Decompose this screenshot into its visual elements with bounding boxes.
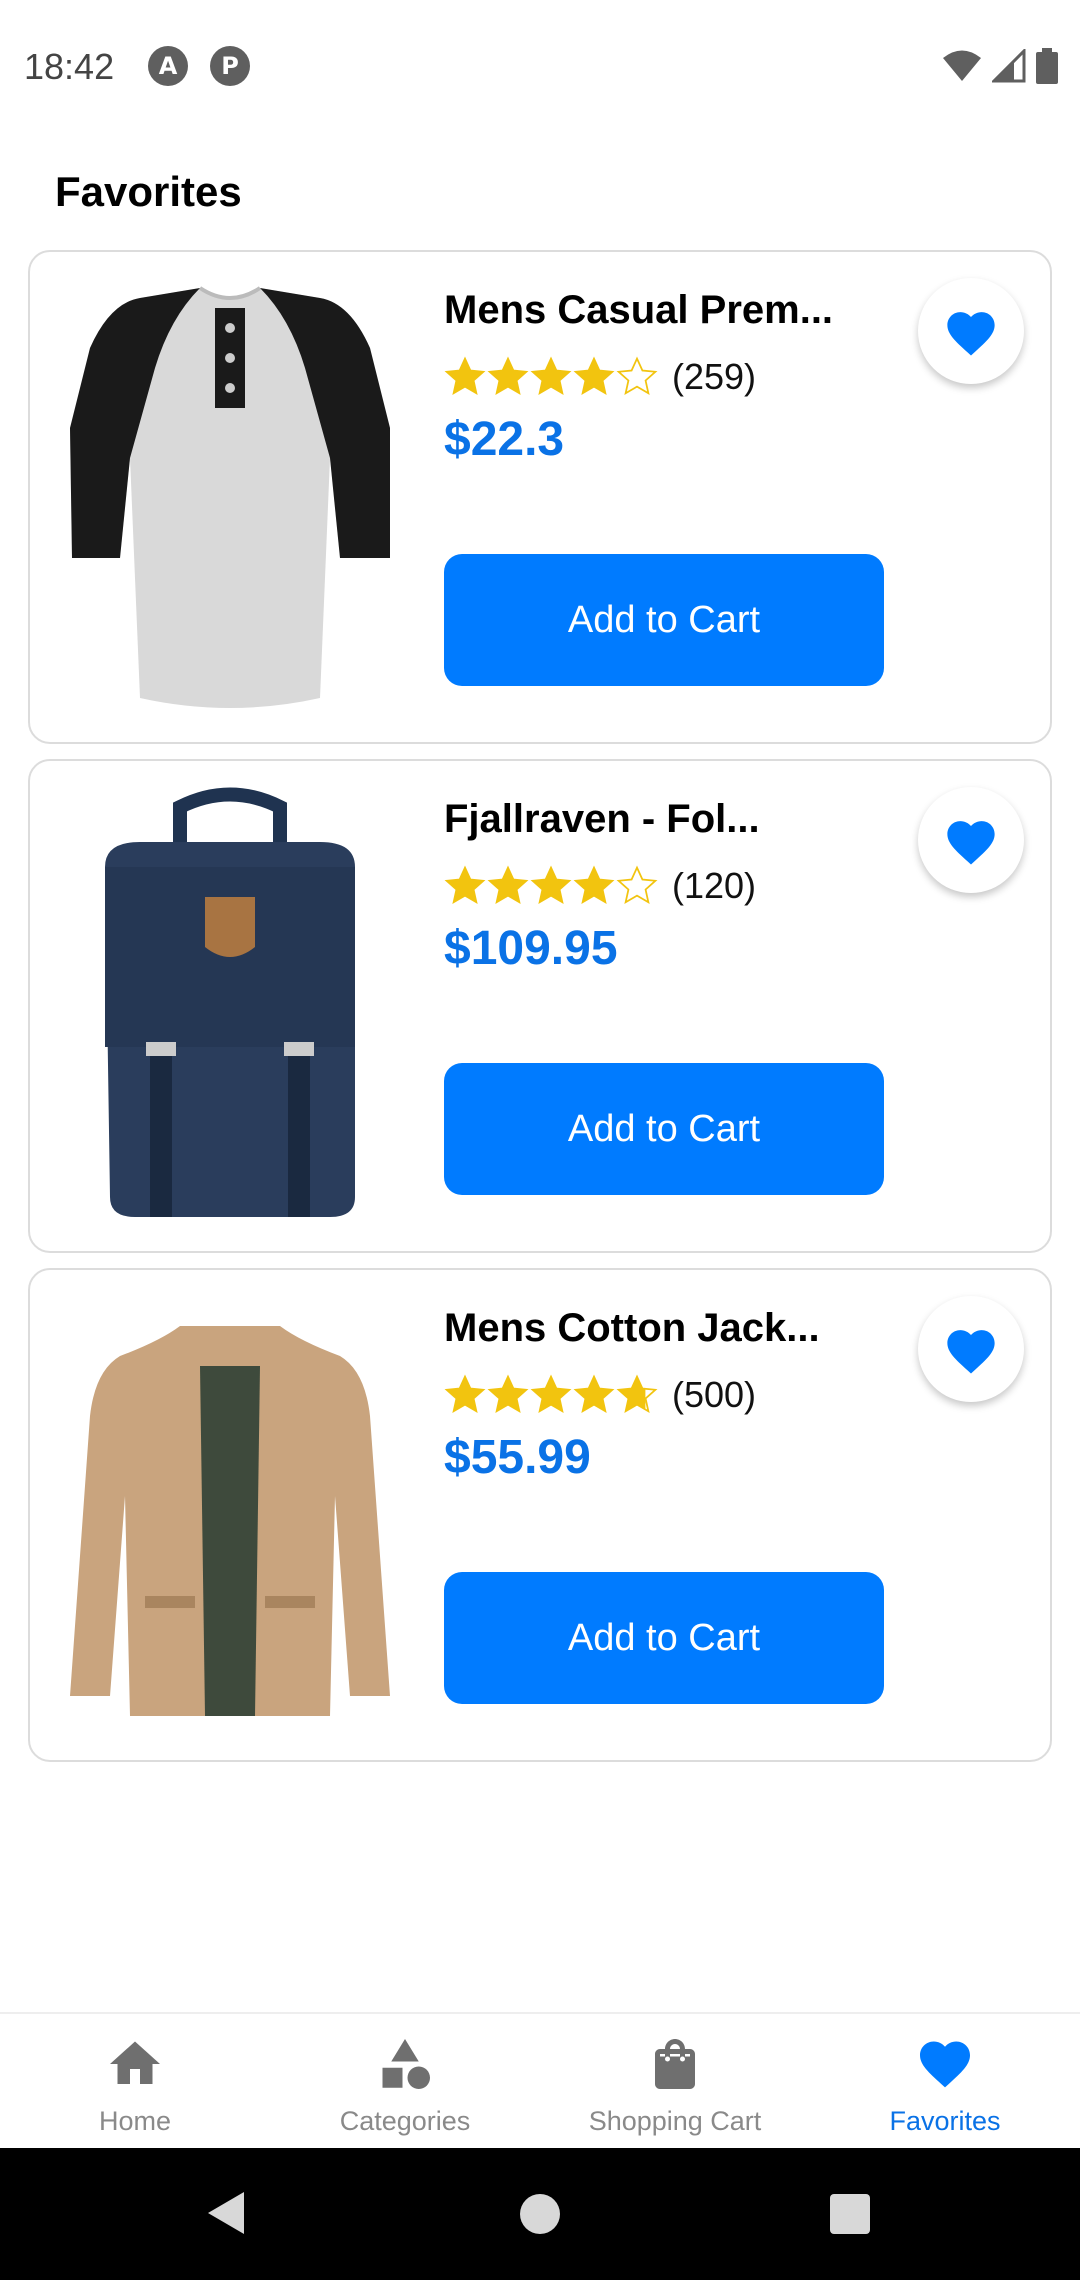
favorite-item-card[interactable]: Mens Cotton Jack... (500) $55.99 Add to …: [28, 1268, 1052, 1762]
recents-icon[interactable]: [828, 2192, 872, 2236]
categories-icon: [382, 2039, 430, 2089]
status-bar: 18:42 A P: [0, 0, 1080, 130]
product-rating: (120): [444, 861, 756, 911]
star-icon: [573, 356, 615, 396]
back-icon[interactable]: [204, 2188, 248, 2238]
star-icon: [444, 1374, 486, 1414]
nav-item-favorites[interactable]: Favorites: [810, 2014, 1080, 2148]
star-icon: [487, 1374, 529, 1414]
star-icon: [530, 1374, 572, 1414]
home-icon: [110, 2041, 160, 2084]
nav-label: Shopping Cart: [588, 2106, 762, 2136]
product-title[interactable]: Mens Cotton Jack...: [444, 1306, 820, 1351]
nav-label: Home: [98, 2106, 172, 2136]
star-icon: [616, 1374, 658, 1414]
shopping-bag-icon: [655, 2039, 695, 2089]
product-price: $55.99: [444, 1431, 591, 1484]
raglan-tshirt-image: [70, 286, 390, 708]
star-icon: [487, 865, 529, 905]
system-navigation-bar: [0, 2148, 1080, 2280]
rating-count: (500): [672, 1374, 757, 1415]
product-price: $22.3: [444, 413, 565, 466]
product-image[interactable]: [60, 278, 400, 718]
star-icon: [530, 865, 572, 905]
star-icon: [573, 1374, 615, 1414]
favorite-toggle-button[interactable]: [918, 787, 1024, 893]
heart-icon: [920, 2041, 970, 2088]
backpack-image: [105, 787, 355, 1217]
nav-item-shopping-cart[interactable]: Shopping Cart: [540, 2014, 810, 2148]
notification-icon-a: A: [148, 46, 188, 86]
home-circle-icon[interactable]: [518, 2192, 562, 2236]
product-price: $109.95: [444, 922, 618, 975]
star-icon: [530, 356, 572, 396]
product-rating: (259): [444, 352, 756, 402]
heart-icon: [947, 821, 995, 865]
star-icon: [616, 356, 658, 396]
star-rating: [444, 356, 658, 398]
favorite-toggle-button[interactable]: [918, 278, 1024, 384]
star-icon: [487, 356, 529, 396]
battery-icon: [1036, 48, 1058, 84]
nav-label: Categories: [339, 2106, 471, 2136]
star-icon: [616, 865, 658, 905]
heart-icon: [947, 312, 995, 356]
star-rating: [444, 865, 658, 907]
favorite-item-card[interactable]: Fjallraven - Fol... (120) $109.95 Add to…: [28, 759, 1052, 1253]
rating-count: (120): [672, 865, 757, 906]
nav-item-categories[interactable]: Categories: [270, 2014, 540, 2148]
notification-icon-p: P: [210, 46, 250, 86]
product-image[interactable]: [60, 1296, 400, 1736]
status-time: 18:42: [24, 46, 115, 87]
nav-item-home[interactable]: Home: [0, 2014, 270, 2148]
bottom-navigation: Home Categories Shopping Cart Favorites: [0, 2012, 1080, 2148]
product-title[interactable]: Fjallraven - Fol...: [444, 797, 760, 842]
nav-label: Favorites: [889, 2106, 1001, 2136]
star-icon: [573, 865, 615, 905]
add-to-cart-button[interactable]: Add to Cart: [444, 1063, 884, 1195]
product-image[interactable]: [60, 787, 400, 1227]
star-icon: [444, 356, 486, 396]
cellular-signal-icon: [992, 49, 1026, 83]
product-title[interactable]: Mens Casual Prem...: [444, 288, 833, 333]
jacket-image: [70, 1326, 390, 1716]
wifi-icon: [943, 50, 981, 81]
add-to-cart-button[interactable]: Add to Cart: [444, 554, 884, 686]
status-indicators: [942, 48, 1058, 84]
heart-icon: [947, 1330, 995, 1374]
star-rating: [444, 1374, 658, 1416]
star-icon: [444, 865, 486, 905]
rating-count: (259): [672, 356, 757, 397]
add-to-cart-button[interactable]: Add to Cart: [444, 1572, 884, 1704]
favorite-item-card[interactable]: Mens Casual Prem... (259) $22.3 Add to C…: [28, 250, 1052, 744]
favorite-toggle-button[interactable]: [918, 1296, 1024, 1402]
page-title: Favorites: [55, 168, 242, 215]
product-rating: (500): [444, 1370, 756, 1420]
